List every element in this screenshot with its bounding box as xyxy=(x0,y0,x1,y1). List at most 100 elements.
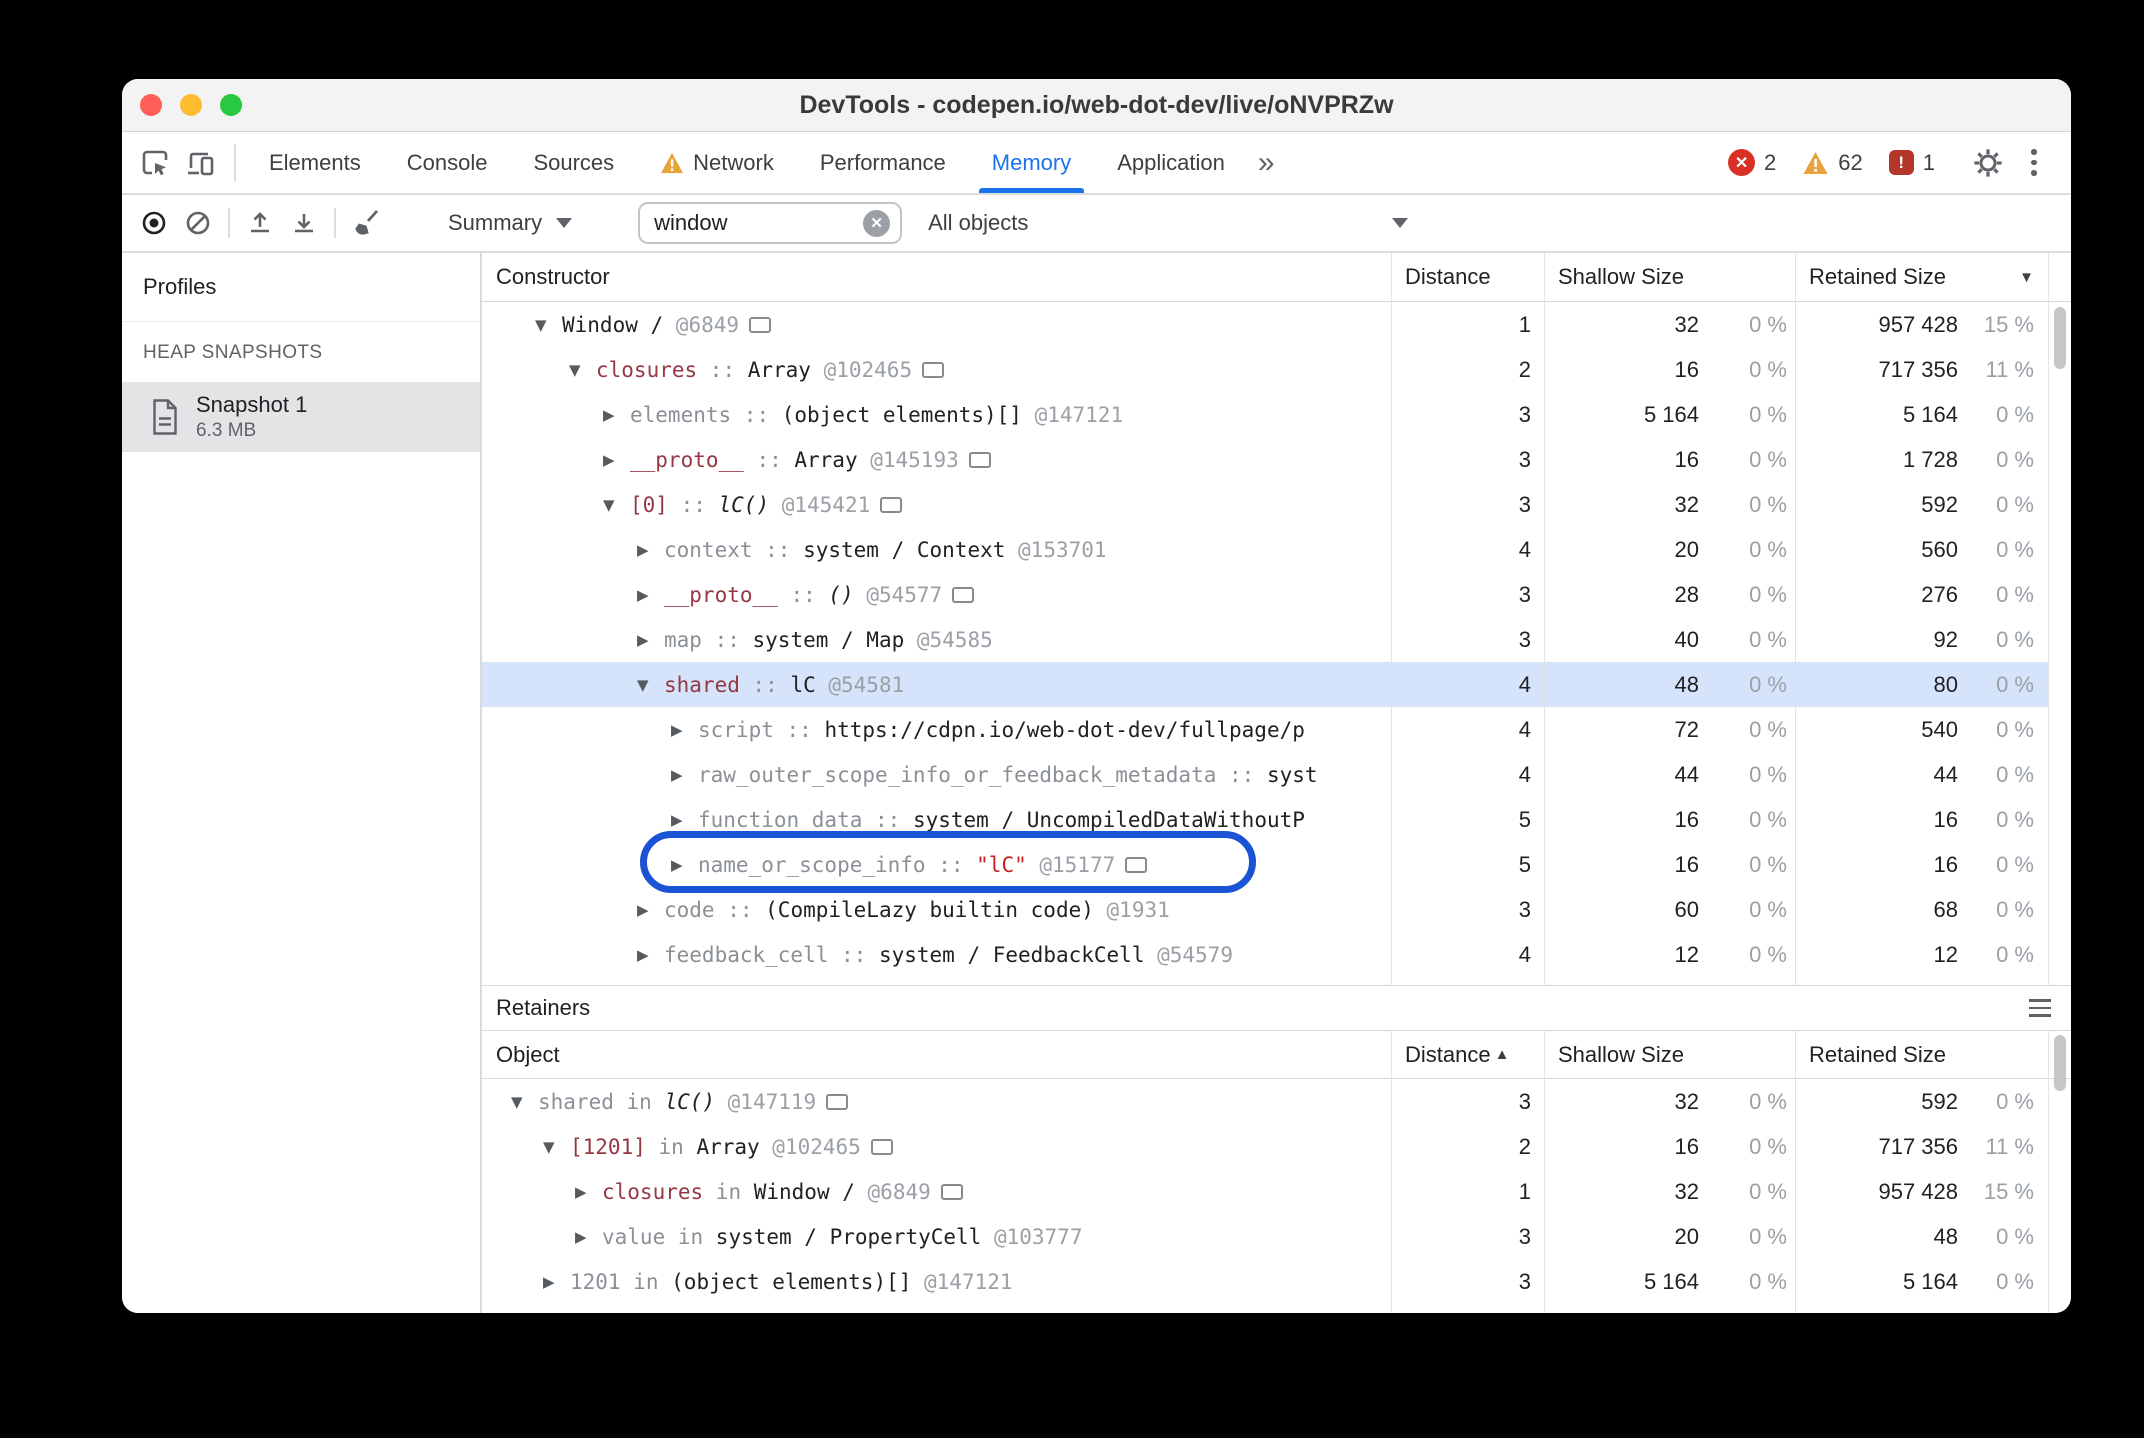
retainer-row[interactable]: ▶ 1201 in (object elements)[] @147121 3 5 1… xyxy=(482,1259,2071,1304)
scrollbar-thumb[interactable] xyxy=(2054,1035,2066,1091)
save-profile-button[interactable] xyxy=(238,201,282,245)
reveal-object-icon[interactable] xyxy=(968,451,991,468)
column-header-shallow-size[interactable]: Shallow Size xyxy=(1544,264,1795,290)
search-clear-icon[interactable]: ✕ xyxy=(863,209,891,237)
zoom-window-button[interactable] xyxy=(220,94,242,116)
constructor-row[interactable]: ▼ [0] :: lC() @145421 3 32 0 % 592 0 % xyxy=(482,482,2071,527)
inspect-element-icon[interactable] xyxy=(132,132,178,193)
constructor-row[interactable]: ▼ closures :: Array @102465 2 16 0 % 717 356 1… xyxy=(482,347,2071,392)
column-header-constructor[interactable]: Constructor xyxy=(482,264,1391,290)
shallow-size-percent: 0 % xyxy=(1749,491,1787,517)
load-profile-button[interactable] xyxy=(282,201,326,245)
collapse-arrow-icon[interactable]: ▼ xyxy=(637,676,664,694)
constructor-row[interactable]: ▶ map :: system / Map @54585 3 40 0 % 92 0 % xyxy=(482,617,2071,662)
reveal-object-icon[interactable] xyxy=(870,1138,893,1155)
expand-arrow-icon[interactable]: ▶ xyxy=(575,1183,602,1201)
more-options-icon[interactable] xyxy=(2011,132,2057,193)
reveal-object-icon[interactable] xyxy=(940,1183,963,1200)
retainer-row[interactable]: ▶ value in system / PropertyCell @103777 3… xyxy=(482,1214,2071,1259)
collapse-arrow-icon[interactable]: ▼ xyxy=(569,361,596,379)
delete-all-profiles-icon[interactable] xyxy=(344,201,388,245)
retainer-row[interactable]: ▼ shared in lC() @147119 3 32 0 % 592 0 % xyxy=(482,1079,2071,1124)
retainer-row[interactable]: ▼ [1201] in Array @102465 2 16 0 % 717 356 11 … xyxy=(482,1124,2071,1169)
retainer-row[interactable]: ▶ closures in Window / @6849 1 32 0 % 957 428… xyxy=(482,1169,2071,1214)
tab-performance[interactable]: Performance xyxy=(797,132,969,193)
constructor-row[interactable]: ▼ shared :: lC @54581 4 48 0 % 80 0 % xyxy=(482,662,2071,707)
reveal-object-icon[interactable] xyxy=(922,361,945,378)
constructor-row[interactable]: ▼ Window / @6849 1 32 0 % 957 428 15 % xyxy=(482,302,2071,347)
warning-badge[interactable]: 62 xyxy=(1802,150,1863,176)
reveal-object-icon[interactable] xyxy=(749,316,772,333)
scrollbar-thumb[interactable] xyxy=(2054,307,2066,369)
constructor-row[interactable]: ▶ function_data :: system / UncompiledDat… xyxy=(482,797,2071,842)
constructor-row[interactable]: ▶ script :: https://cdpn.io/web-dot-dev/f… xyxy=(482,707,2071,752)
expand-arrow-icon[interactable]: ▶ xyxy=(603,451,630,469)
retained-size-value: 592 xyxy=(1921,1088,1958,1114)
collapse-arrow-icon[interactable]: ▼ xyxy=(543,1138,570,1156)
shallow-size-cell: 32 0 % xyxy=(1544,312,1795,338)
constructor-row[interactable]: ▶ raw_outer_scope_info_or_feedback_metada… xyxy=(482,752,2071,797)
expand-arrow-icon[interactable]: ▶ xyxy=(637,586,664,604)
reveal-object-icon[interactable] xyxy=(952,586,975,603)
constructor-row[interactable]: ▶ feedback_cell :: system / FeedbackCell … xyxy=(482,932,2071,977)
collapse-arrow-icon[interactable]: ▼ xyxy=(603,496,630,514)
expand-arrow-icon[interactable]: ▶ xyxy=(671,766,698,784)
constructor-row[interactable]: ▶ context :: system / Context @153701 4 20 0… xyxy=(482,527,2071,572)
column-header-distance[interactable]: Distance xyxy=(1391,264,1544,290)
tab-memory[interactable]: Memory xyxy=(969,132,1094,193)
tab-console[interactable]: Console xyxy=(384,132,511,193)
retainers-table: Object Distance ▲ Shallow Size Retained … xyxy=(482,1031,2071,1313)
snapshot-item[interactable]: Snapshot 1 6.3 MB xyxy=(122,382,480,452)
expand-arrow-icon[interactable]: ▶ xyxy=(637,901,664,919)
reveal-object-icon[interactable] xyxy=(1125,856,1148,873)
node-name: __proto__ xyxy=(630,447,744,472)
expand-arrow-icon[interactable]: ▶ xyxy=(543,1273,570,1291)
expand-arrow-icon[interactable]: ▶ xyxy=(671,721,698,739)
window-titlebar[interactable]: DevTools - codepen.io/web-dot-dev/live/o… xyxy=(122,79,2071,132)
constructor-row[interactable]: ▶ __proto__ :: Array @145193 3 16 0 % 1 728 0 … xyxy=(482,437,2071,482)
constructor-row[interactable]: ▶ name_or_scope_info :: "lC" @15177 5 16 0 %… xyxy=(482,842,2071,887)
take-snapshot-button[interactable] xyxy=(132,201,176,245)
shallow-size-percent: 0 % xyxy=(1749,446,1787,472)
object-filter-select[interactable]: All objects xyxy=(928,210,1414,236)
collapse-arrow-icon[interactable]: ▼ xyxy=(511,1093,538,1111)
constructor-row[interactable]: ▶ elements :: (object elements)[] @147121… xyxy=(482,392,2071,437)
node-value: system / FeedbackCell xyxy=(878,942,1145,967)
expand-arrow-icon[interactable]: ▶ xyxy=(671,856,698,874)
column-header-object[interactable]: Object xyxy=(482,1042,1391,1068)
tab-application[interactable]: Application xyxy=(1094,132,1248,193)
issues-badge[interactable]: ! 1 xyxy=(1888,150,1935,176)
tab-network[interactable]: Network xyxy=(637,132,797,193)
constructor-row[interactable]: ▶ code :: (CompileLazy builtin code) @193… xyxy=(482,887,2071,932)
collapse-arrow-icon[interactable]: ▼ xyxy=(535,316,562,334)
reveal-object-icon[interactable] xyxy=(880,496,903,513)
retainers-menu-icon[interactable] xyxy=(2029,999,2051,1017)
expand-arrow-icon[interactable]: ▶ xyxy=(575,1228,602,1246)
close-window-button[interactable] xyxy=(140,94,162,116)
expand-arrow-icon[interactable]: ▶ xyxy=(671,811,698,829)
error-badge[interactable]: ✕ 2 xyxy=(1728,149,1776,176)
profile-view-select[interactable]: Summary xyxy=(448,210,573,236)
class-filter-box[interactable]: ✕ xyxy=(638,202,903,244)
constructor-row[interactable]: ▶ __proto__ :: () @54577 3 28 0 % 276 0 % xyxy=(482,572,2071,617)
object-id: @153701 xyxy=(1005,537,1107,562)
column-header-retained-size[interactable]: Retained Size xyxy=(1795,1042,2048,1068)
reveal-object-icon[interactable] xyxy=(826,1093,849,1110)
tab-elements[interactable]: Elements xyxy=(246,132,384,193)
expand-arrow-icon[interactable]: ▶ xyxy=(637,541,664,559)
expand-arrow-icon[interactable]: ▶ xyxy=(637,946,664,964)
column-header-shallow-size[interactable]: Shallow Size xyxy=(1544,1042,1795,1068)
more-tabs-button[interactable]: » xyxy=(1248,132,1285,193)
column-header-distance[interactable]: Distance ▲ xyxy=(1391,1042,1544,1068)
retained-size-cell: 957 428 15 % xyxy=(1795,1179,2048,1205)
settings-gear-icon[interactable] xyxy=(1965,132,2011,193)
clear-profiles-button[interactable] xyxy=(176,201,220,245)
tab-sources[interactable]: Sources xyxy=(510,132,637,193)
class-filter-input[interactable] xyxy=(654,210,856,236)
column-header-retained-size[interactable]: Retained Size ▼ xyxy=(1795,264,2048,290)
device-toolbar-icon[interactable] xyxy=(178,132,224,193)
expand-arrow-icon[interactable]: ▶ xyxy=(603,406,630,424)
issues-icon: ! xyxy=(1888,150,1914,175)
minimize-window-button[interactable] xyxy=(180,94,202,116)
expand-arrow-icon[interactable]: ▶ xyxy=(637,631,664,649)
